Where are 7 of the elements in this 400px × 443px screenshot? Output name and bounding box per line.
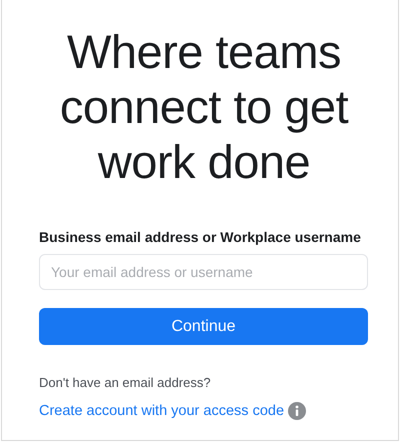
create-account-link[interactable]: Create account with your access code	[39, 403, 284, 419]
prompt-text: Don't have an email address?	[39, 375, 211, 390]
field-label: Business email address or Workplace username	[39, 229, 361, 245]
email-field[interactable]: Your email address or username	[39, 254, 368, 290]
headline: Where teams connect to get work done	[58, 24, 350, 189]
continue-button[interactable]: Continue	[39, 308, 368, 345]
info-icon[interactable]	[288, 402, 306, 420]
